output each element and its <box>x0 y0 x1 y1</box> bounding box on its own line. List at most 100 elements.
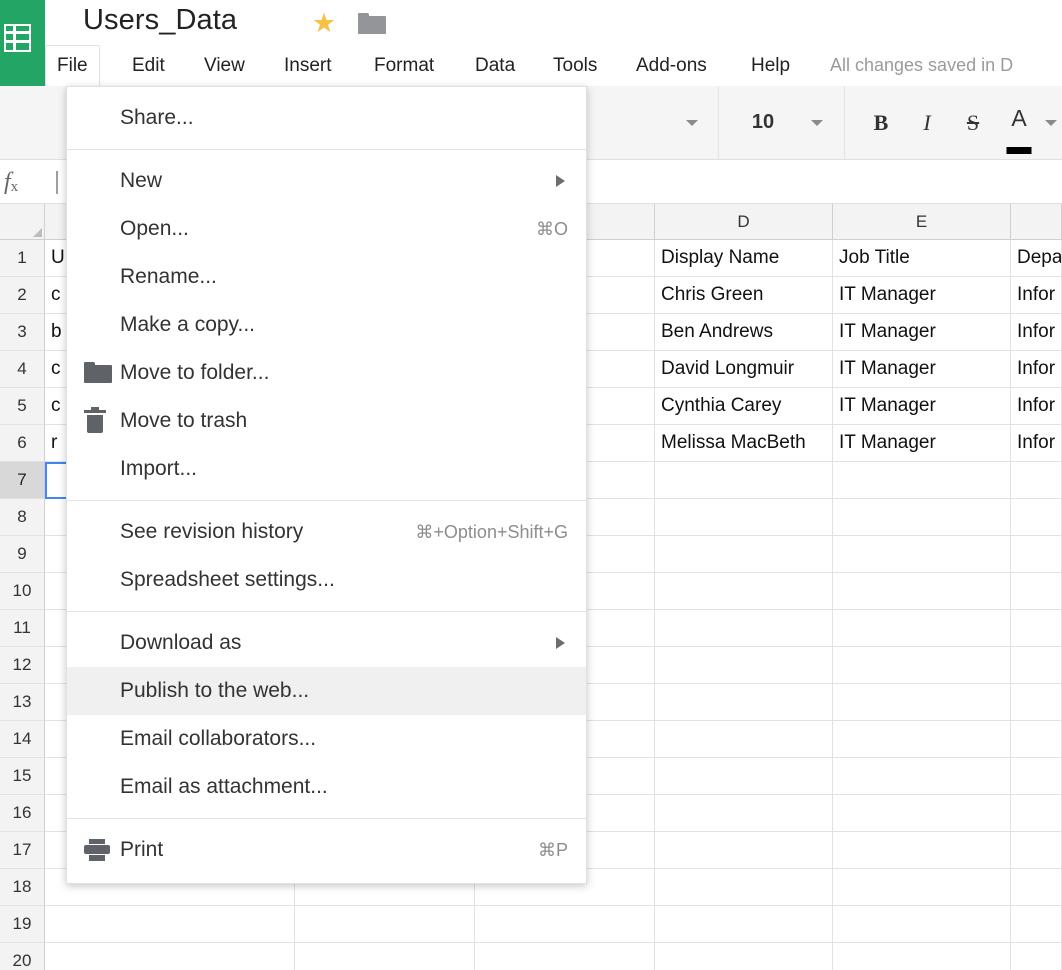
cell[interactable]: Ben Andrews <box>655 314 833 351</box>
chevron-down-icon[interactable] <box>1045 120 1057 126</box>
cell[interactable] <box>655 610 833 647</box>
cell[interactable] <box>475 943 655 970</box>
cell[interactable] <box>1011 573 1062 610</box>
row-header-9[interactable]: 9 <box>0 536 45 573</box>
cell[interactable] <box>655 573 833 610</box>
row-header-14[interactable]: 14 <box>0 721 45 758</box>
cell[interactable] <box>833 610 1011 647</box>
row-header-1[interactable]: 1 <box>0 240 45 277</box>
cell[interactable] <box>1011 795 1062 832</box>
menu-insert[interactable]: Insert <box>273 45 343 86</box>
cell[interactable] <box>833 795 1011 832</box>
menu-data[interactable]: Data <box>464 45 526 86</box>
cell[interactable] <box>655 499 833 536</box>
cell[interactable] <box>833 684 1011 721</box>
row-header-4[interactable]: 4 <box>0 351 45 388</box>
cell[interactable]: Infor <box>1011 351 1062 388</box>
document-title[interactable]: Users_Data <box>83 4 237 37</box>
row-header-3[interactable]: 3 <box>0 314 45 351</box>
cell[interactable] <box>833 647 1011 684</box>
column-header-d[interactable]: D <box>655 204 833 240</box>
cell[interactable] <box>1011 758 1062 795</box>
cell[interactable] <box>1011 943 1062 970</box>
cell[interactable]: David Longmuir <box>655 351 833 388</box>
cell[interactable] <box>655 462 833 499</box>
menu-file[interactable]: File <box>45 45 100 86</box>
font-family-value[interactable] <box>586 86 686 159</box>
row-header-13[interactable]: 13 <box>0 684 45 721</box>
cell[interactable] <box>1011 647 1062 684</box>
submenu-arrow-icon[interactable] <box>556 637 565 649</box>
column-header-e[interactable]: E <box>833 204 1011 240</box>
cell[interactable]: IT Manager <box>833 425 1011 462</box>
row-header-7[interactable]: 7 <box>0 462 45 499</box>
cell[interactable] <box>833 869 1011 906</box>
italic-button[interactable]: I <box>905 86 949 159</box>
row-header-17[interactable]: 17 <box>0 832 45 869</box>
cell[interactable]: Display Name <box>655 240 833 277</box>
cell[interactable]: Cynthia Carey <box>655 388 833 425</box>
cell[interactable]: Infor <box>1011 314 1062 351</box>
row-header-2[interactable]: 2 <box>0 277 45 314</box>
cell[interactable]: Melissa MacBeth <box>655 425 833 462</box>
row-header-12[interactable]: 12 <box>0 647 45 684</box>
cell[interactable]: Infor <box>1011 277 1062 314</box>
menu-help[interactable]: Help <box>740 45 801 86</box>
cell[interactable] <box>1011 721 1062 758</box>
row-header-8[interactable]: 8 <box>0 499 45 536</box>
row-header-16[interactable]: 16 <box>0 795 45 832</box>
cell[interactable] <box>833 499 1011 536</box>
row-header-15[interactable]: 15 <box>0 758 45 795</box>
cell[interactable] <box>655 832 833 869</box>
menu-item-print[interactable]: Print ⌘P <box>67 826 586 874</box>
row-header-5[interactable]: 5 <box>0 388 45 425</box>
row-header-6[interactable]: 6 <box>0 425 45 462</box>
google-sheets-logo[interactable] <box>0 0 45 86</box>
menu-item-share[interactable]: Share... <box>67 94 586 142</box>
menu-item-download-as[interactable]: Download as <box>67 619 586 667</box>
strikethrough-button[interactable]: S <box>951 86 995 159</box>
menu-item-new[interactable]: New <box>67 157 586 205</box>
cell[interactable] <box>655 906 833 943</box>
cell[interactable]: IT Manager <box>833 314 1011 351</box>
row-header-18[interactable]: 18 <box>0 869 45 906</box>
text-color-button[interactable]: A <box>997 86 1041 159</box>
cell[interactable] <box>1011 684 1062 721</box>
chevron-down-icon[interactable] <box>686 120 698 126</box>
menu-item-import[interactable]: Import... <box>67 445 586 493</box>
cell[interactable] <box>1011 832 1062 869</box>
menu-add-ons[interactable]: Add-ons <box>625 45 718 86</box>
cell[interactable] <box>45 906 295 943</box>
cell[interactable] <box>833 943 1011 970</box>
cell[interactable] <box>655 647 833 684</box>
cell[interactable]: Job Title <box>833 240 1011 277</box>
cell[interactable] <box>833 536 1011 573</box>
bold-button[interactable]: B <box>859 86 903 159</box>
chevron-down-icon[interactable] <box>811 120 823 126</box>
menu-item-make-a-copy[interactable]: Make a copy... <box>67 301 586 349</box>
cell[interactable]: Infor <box>1011 425 1062 462</box>
cell[interactable] <box>1011 462 1062 499</box>
cell[interactable] <box>833 758 1011 795</box>
cell[interactable] <box>833 906 1011 943</box>
cell[interactable] <box>295 906 475 943</box>
cell[interactable] <box>655 684 833 721</box>
cell[interactable]: Depa <box>1011 240 1062 277</box>
row-header-19[interactable]: 19 <box>0 906 45 943</box>
cell[interactable]: IT Manager <box>833 388 1011 425</box>
cell[interactable] <box>655 536 833 573</box>
menu-item-move-to-folder[interactable]: Move to folder... <box>67 349 586 397</box>
menu-item-email-collaborators[interactable]: Email collaborators... <box>67 715 586 763</box>
menu-item-see-revision-history[interactable]: See revision history ⌘+Option+Shift+G <box>67 508 586 556</box>
menu-item-open[interactable]: Open... ⌘O <box>67 205 586 253</box>
cell[interactable] <box>475 906 655 943</box>
cell[interactable] <box>655 721 833 758</box>
menu-format[interactable]: Format <box>363 45 445 86</box>
cell[interactable] <box>45 943 295 970</box>
row-header-11[interactable]: 11 <box>0 610 45 647</box>
cell[interactable] <box>655 943 833 970</box>
menu-item-rename[interactable]: Rename... <box>67 253 586 301</box>
cell[interactable]: IT Manager <box>833 277 1011 314</box>
menu-item-publish-to-the-web[interactable]: Publish to the web... <box>67 667 586 715</box>
cell[interactable]: Chris Green <box>655 277 833 314</box>
